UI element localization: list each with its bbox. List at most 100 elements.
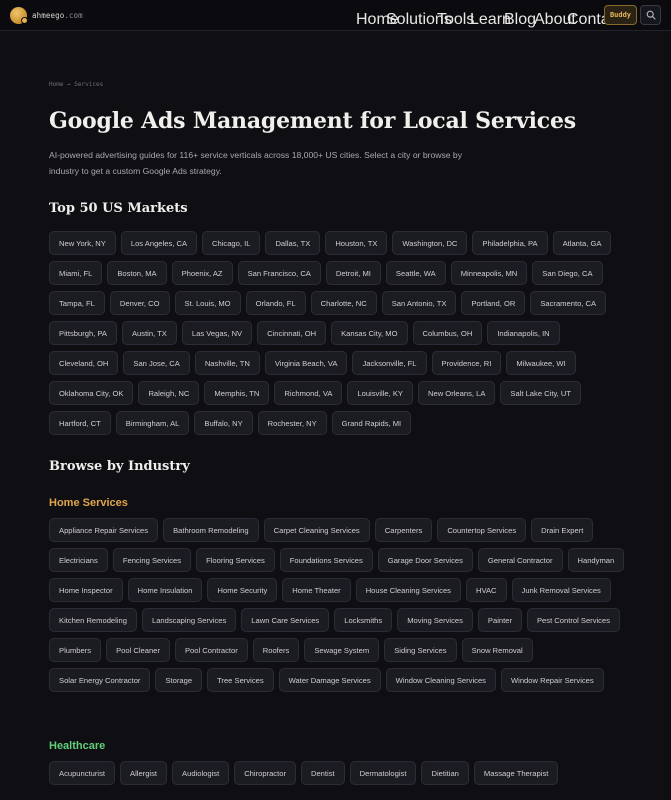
home-service-chip[interactable]: Countertop Services <box>437 518 527 542</box>
nav-link-tools[interactable]: Tools <box>437 11 474 29</box>
city-chip[interactable]: St. Louis, MO <box>174 291 241 315</box>
city-chip[interactable]: New York, NY <box>49 231 116 255</box>
home-service-chip[interactable]: Drain Expert <box>531 518 594 542</box>
city-chip[interactable]: Providence, RI <box>431 351 502 375</box>
city-chip[interactable]: Grand Rapids, MI <box>331 411 412 435</box>
city-chip[interactable]: San Francisco, CA <box>237 261 321 285</box>
home-service-chip[interactable]: Storage <box>155 668 203 692</box>
home-service-chip[interactable]: Bathroom Remodeling <box>163 518 259 542</box>
home-service-chip[interactable]: Roofers <box>252 638 300 662</box>
home-service-chip[interactable]: HVAC <box>465 578 507 602</box>
home-service-chip[interactable]: Moving Services <box>397 608 473 632</box>
city-chip[interactable]: Charlotte, NC <box>310 291 377 315</box>
healthcare-service-chip[interactable]: Chiropractor <box>234 761 296 785</box>
city-chip[interactable]: Dallas, TX <box>265 231 321 255</box>
search-button[interactable] <box>640 5 661 25</box>
healthcare-service-chip[interactable]: Audiologist <box>172 761 230 785</box>
city-chip[interactable]: Portland, OR <box>461 291 526 315</box>
home-service-chip[interactable]: Kitchen Remodeling <box>49 608 137 632</box>
healthcare-service-chip[interactable]: Massage Therapist <box>473 761 559 785</box>
city-chip[interactable]: Austin, TX <box>121 321 177 345</box>
city-chip[interactable]: Cincinnati, OH <box>257 321 327 345</box>
city-chip[interactable]: Jacksonville, FL <box>352 351 427 375</box>
city-chip[interactable]: Orlando, FL <box>245 291 306 315</box>
healthcare-service-chip[interactable]: Allergist <box>120 761 168 785</box>
home-service-chip[interactable]: Lawn Care Services <box>241 608 330 632</box>
city-chip[interactable]: Las Vegas, NV <box>181 321 253 345</box>
healthcare-service-chip[interactable]: Dietitian <box>421 761 469 785</box>
home-service-chip[interactable]: Junk Removal Services <box>511 578 611 602</box>
home-service-chip[interactable]: Solar Energy Contractor <box>49 668 151 692</box>
home-service-chip[interactable]: Snow Removal <box>461 638 533 662</box>
city-chip[interactable]: Louisville, KY <box>347 381 413 405</box>
home-service-chip[interactable]: Electricians <box>49 548 108 572</box>
city-chip[interactable]: Milwaukee, WI <box>506 351 576 375</box>
city-chip[interactable]: Oklahoma City, OK <box>49 381 134 405</box>
city-chip[interactable]: Philadelphia, PA <box>472 231 548 255</box>
city-chip[interactable]: Nashville, TN <box>194 351 260 375</box>
home-service-chip[interactable]: Window Repair Services <box>500 668 604 692</box>
city-chip[interactable]: Indianapolis, IN <box>487 321 560 345</box>
home-service-chip[interactable]: Foundations Services <box>279 548 373 572</box>
city-chip[interactable]: San Antonio, TX <box>381 291 457 315</box>
city-chip[interactable]: New Orleans, LA <box>417 381 496 405</box>
breadcrumb[interactable]: Home → Services <box>49 81 103 88</box>
city-chip[interactable]: Buffalo, NY <box>194 411 253 435</box>
city-chip[interactable]: Kansas City, MO <box>331 321 408 345</box>
site-logo[interactable]: ahmeego.com <box>10 7 83 24</box>
city-chip[interactable]: Tampa, FL <box>49 291 105 315</box>
home-service-chip[interactable]: Fencing Services <box>112 548 192 572</box>
healthcare-service-chip[interactable]: Dentist <box>300 761 345 785</box>
city-chip[interactable]: Virginia Beach, VA <box>264 351 348 375</box>
city-chip[interactable]: Minneapolis, MN <box>450 261 528 285</box>
city-chip[interactable]: Hartford, CT <box>49 411 111 435</box>
home-service-chip[interactable]: General Contractor <box>477 548 563 572</box>
home-service-chip[interactable]: Flooring Services <box>196 548 275 572</box>
city-chip[interactable]: Memphis, TN <box>204 381 270 405</box>
city-chip[interactable]: Rochester, NY <box>257 411 327 435</box>
home-service-chip[interactable]: House Cleaning Services <box>355 578 461 602</box>
city-chip[interactable]: Columbus, OH <box>412 321 483 345</box>
city-chip[interactable]: Atlanta, GA <box>552 231 612 255</box>
home-service-chip[interactable]: Water Damage Services <box>278 668 381 692</box>
home-service-chip[interactable]: Pest Control Services <box>526 608 620 632</box>
city-chip[interactable]: Washington, DC <box>392 231 468 255</box>
home-service-chip[interactable]: Home Insulation <box>127 578 203 602</box>
city-chip[interactable]: Pittsburgh, PA <box>49 321 117 345</box>
city-chip[interactable]: Seattle, WA <box>385 261 446 285</box>
nav-link-blog[interactable]: Blog <box>504 11 536 29</box>
city-chip[interactable]: Raleigh, NC <box>138 381 200 405</box>
city-chip[interactable]: Houston, TX <box>325 231 388 255</box>
home-service-chip[interactable]: Painter <box>477 608 522 632</box>
home-service-chip[interactable]: Tree Services <box>207 668 274 692</box>
healthcare-service-chip[interactable]: Dermatologist <box>349 761 417 785</box>
city-chip[interactable]: San Diego, CA <box>532 261 603 285</box>
city-chip[interactable]: Detroit, MI <box>325 261 381 285</box>
city-chip[interactable]: Denver, CO <box>109 291 170 315</box>
city-chip[interactable]: Los Angeles, CA <box>120 231 198 255</box>
healthcare-service-chip[interactable]: Acupuncturist <box>49 761 116 785</box>
home-service-chip[interactable]: Pool Cleaner <box>106 638 170 662</box>
home-service-chip[interactable]: Home Theater <box>282 578 351 602</box>
city-chip[interactable]: Birmingham, AL <box>115 411 190 435</box>
city-chip[interactable]: Cleveland, OH <box>49 351 119 375</box>
home-service-chip[interactable]: Home Security <box>207 578 278 602</box>
home-service-chip[interactable]: Appliance Repair Services <box>49 518 159 542</box>
city-chip[interactable]: San Jose, CA <box>123 351 190 375</box>
home-service-chip[interactable]: Siding Services <box>384 638 457 662</box>
home-service-chip[interactable]: Handyman <box>567 548 625 572</box>
home-service-chip[interactable]: Plumbers <box>49 638 102 662</box>
city-chip[interactable]: Sacramento, CA <box>530 291 607 315</box>
home-service-chip[interactable]: Pool Contractor <box>174 638 248 662</box>
home-service-chip[interactable]: Garage Door Services <box>377 548 473 572</box>
home-service-chip[interactable]: Sewage System <box>304 638 380 662</box>
city-chip[interactable]: Miami, FL <box>49 261 103 285</box>
home-service-chip[interactable]: Carpenters <box>374 518 433 542</box>
buddy-button[interactable]: Buddy <box>604 5 637 25</box>
city-chip[interactable]: Boston, MA <box>107 261 167 285</box>
city-chip[interactable]: Phoenix, AZ <box>171 261 233 285</box>
city-chip[interactable]: Salt Lake City, UT <box>500 381 582 405</box>
home-service-chip[interactable]: Landscaping Services <box>141 608 237 632</box>
city-chip[interactable]: Chicago, IL <box>202 231 261 255</box>
home-service-chip[interactable]: Home Inspector <box>49 578 123 602</box>
